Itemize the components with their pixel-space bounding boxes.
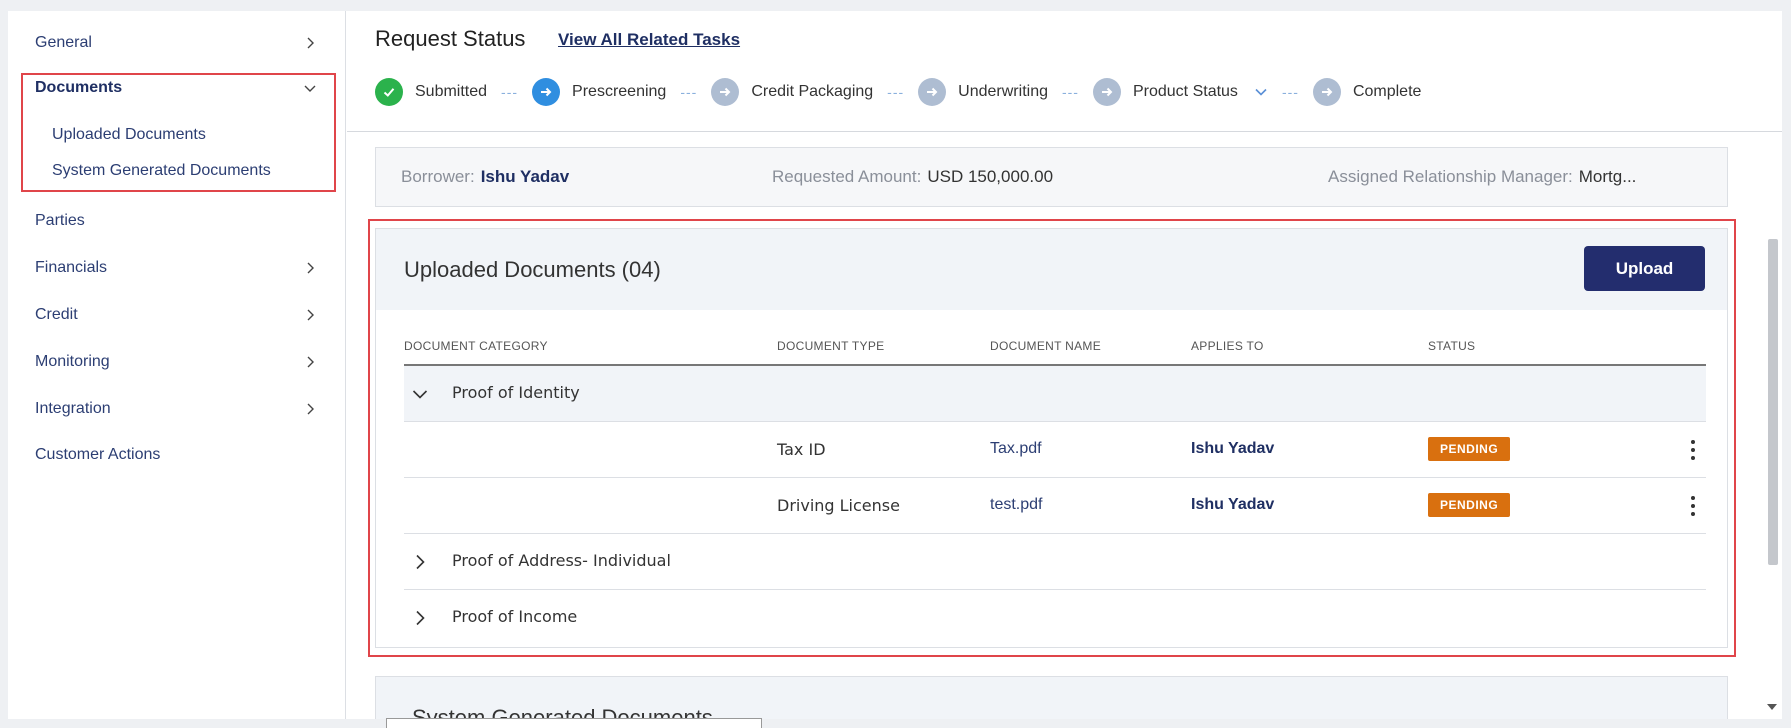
step-underwriting: Underwriting [918, 78, 1048, 106]
system-generated-documents-card: System Generated Documents [375, 676, 1728, 719]
sidebar-item-integration[interactable]: Integration [35, 394, 335, 424]
sidebar-item-financials[interactable]: Financials [35, 253, 335, 283]
chevron-right-icon [303, 308, 317, 322]
sidebar: General Documents Uploaded Documents Sys… [8, 11, 346, 719]
step-connector: --- [680, 84, 698, 100]
documents-highlight-box [21, 73, 336, 192]
requested-amount-info: Requested Amount: USD 150,000.00 [772, 167, 1054, 186]
chevron-right-icon [303, 402, 317, 416]
step-label: Prescreening [572, 83, 667, 100]
step-complete: Complete [1312, 78, 1422, 106]
step-submitted: Submitted [375, 78, 487, 106]
sidebar-item-label: Customer Actions [35, 446, 161, 463]
view-all-related-tasks-link[interactable]: View All Related Tasks [558, 30, 740, 50]
chevron-right-icon [303, 355, 317, 369]
arrow-right-icon [1092, 78, 1121, 106]
request-summary-bar: Borrower: Ishu Yadav Requested Amount: USD… [375, 147, 1728, 207]
requested-amount: USD 150,000.00 [927, 167, 1054, 186]
chevron-down-icon[interactable] [1254, 85, 1268, 99]
sidebar-item-label: Parties [35, 212, 85, 229]
step-prescreening: Prescreening [532, 78, 666, 106]
step-connector: --- [1061, 84, 1079, 100]
sidebar-item-label: Integration [35, 400, 111, 417]
sidebar-item-label: Credit [35, 306, 78, 323]
arrow-right-icon [711, 78, 740, 106]
arrow-right-icon [1312, 78, 1341, 106]
vertical-scrollbar[interactable] [1766, 133, 1778, 719]
sidebar-item-general[interactable]: General [35, 28, 335, 58]
step-connector: --- [887, 84, 905, 100]
uploaded-documents-highlight-box [368, 219, 1736, 657]
borrower-name: Ishu Yadav [480, 167, 570, 186]
request-status-header: Request Status View All Related Tasks Su… [347, 11, 1782, 132]
system-generated-documents-title: System Generated Documents [412, 705, 713, 719]
status-stepper: Submitted --- Prescreening --- Credit Pa… [375, 76, 1421, 108]
scrollbar-thumb[interactable] [1768, 239, 1778, 565]
content-scroll-area: Borrower: Ishu Yadav Requested Amount: USD… [347, 133, 1782, 719]
relationship-manager: Mortg... [1578, 167, 1637, 186]
main-area: Request Status View All Related Tasks Su… [347, 11, 1782, 719]
chevron-right-icon [303, 36, 317, 50]
borrower-info: Borrower: Ishu Yadav [401, 167, 570, 186]
sidebar-item-label: General [35, 34, 92, 51]
page-title: Request Status [375, 26, 526, 51]
step-connector: --- [1281, 84, 1299, 100]
arrow-right-icon [918, 78, 947, 106]
step-label: Product Status [1132, 83, 1238, 100]
relationship-manager-info: Assigned Relationship Manager: Mortg... [1328, 167, 1637, 186]
sidebar-item-label: Financials [35, 259, 108, 276]
arrow-right-icon [532, 78, 561, 106]
step-label: Complete [1352, 83, 1422, 100]
sidebar-item-credit[interactable]: Credit [35, 300, 335, 330]
sidebar-item-parties[interactable]: Parties [35, 206, 335, 236]
chevron-right-icon [303, 261, 317, 275]
step-product-status[interactable]: Product Status [1092, 78, 1268, 106]
sidebar-item-label: Monitoring [35, 353, 110, 370]
step-label: Submitted [415, 83, 488, 100]
step-label: Underwriting [958, 83, 1048, 100]
app-frame: General Documents Uploaded Documents Sys… [8, 11, 1782, 719]
scroll-down-arrow-icon[interactable] [1766, 699, 1778, 710]
sidebar-item-monitoring[interactable]: Monitoring [35, 347, 335, 377]
step-connector: --- [501, 84, 519, 100]
check-icon [375, 78, 403, 106]
step-credit-packaging: Credit Packaging [711, 78, 873, 106]
step-label: Credit Packaging [751, 83, 874, 100]
sidebar-item-customer-actions[interactable]: Customer Actions [35, 440, 335, 470]
